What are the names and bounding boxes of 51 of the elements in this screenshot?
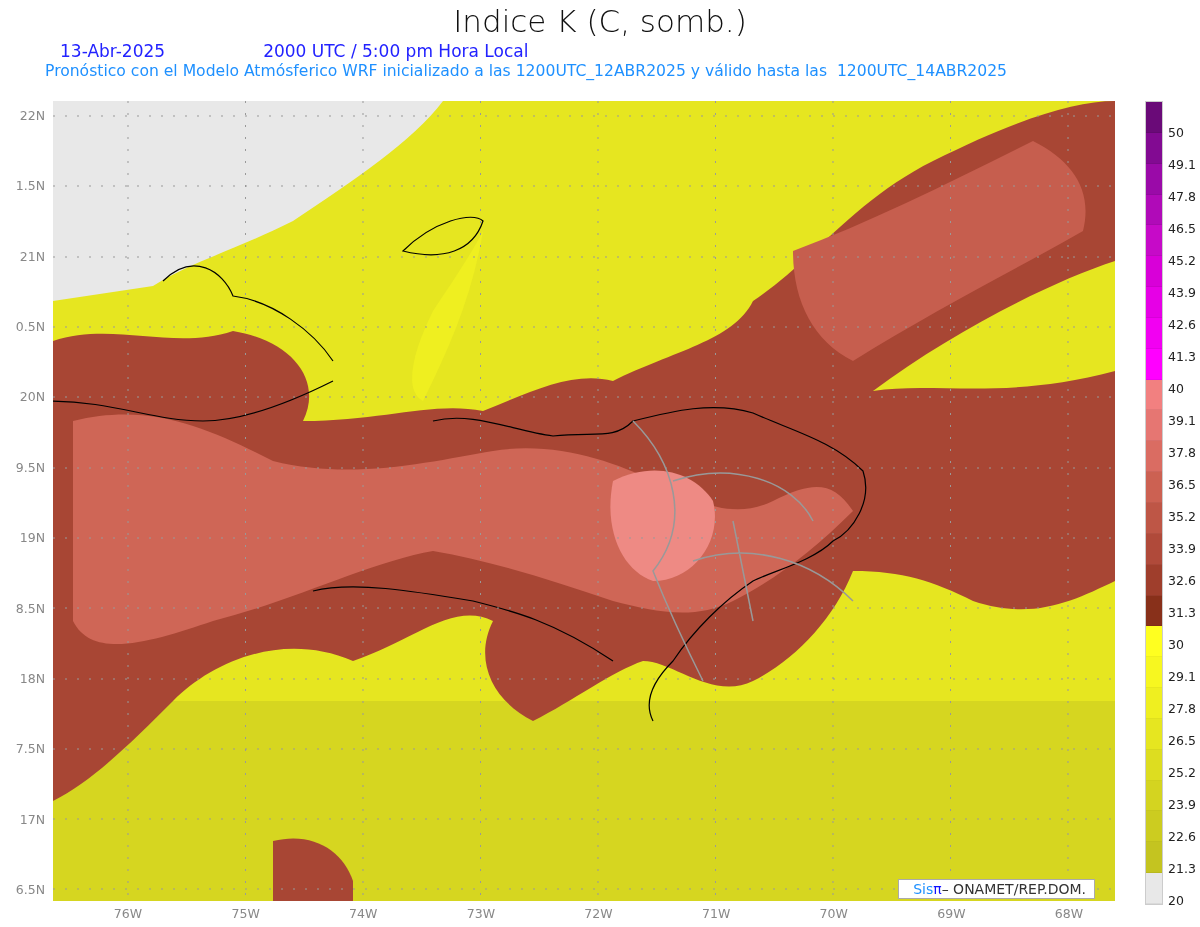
scale-value-label: 43.9 xyxy=(1168,284,1196,302)
latitude-label: 7.5N xyxy=(14,740,46,759)
scale-value-label: 25.2 xyxy=(1168,764,1196,782)
scale-value-label: 45.2 xyxy=(1168,252,1196,270)
latitude-label: 6.5N xyxy=(14,880,46,899)
longitude-label: 69W xyxy=(936,905,967,923)
date-label: 13-Abr-2025 xyxy=(60,41,166,61)
scale-value-label: 35.2 xyxy=(1168,508,1196,526)
scale-value-label: 31.3 xyxy=(1168,604,1196,622)
longitude-label: 72W xyxy=(583,905,614,923)
scale-value-label: 42.6 xyxy=(1168,316,1196,334)
latitude-label: 22N xyxy=(18,107,46,125)
scale-value-label: 36.5 xyxy=(1168,476,1196,494)
forecast-subtitle: Pronóstico con el Modelo Atmósferico WRF inicializado a las 1200UTC_12ABR2025 y válido hasta las 1200UTC_14ABR2025 xyxy=(44,62,1009,82)
latitude-label: 20N xyxy=(18,388,46,407)
latitude-label: 19N xyxy=(18,529,46,548)
scale-value-label: 22.6 xyxy=(1168,828,1196,846)
scale-value-label: 32.6 xyxy=(1168,572,1196,590)
scale-value-label: 27.8 xyxy=(1168,700,1196,718)
longitude-label: 73W xyxy=(465,905,496,923)
scale-value-label: 41.3 xyxy=(1168,348,1196,366)
longitude-label: 68W xyxy=(1053,905,1085,923)
scale-value-label: 26.5 xyxy=(1168,732,1196,750)
longitude-label: 76W xyxy=(112,905,144,923)
latitude-label: 1.5N xyxy=(14,177,46,196)
scale-value-label: 33.9 xyxy=(1168,540,1196,558)
latitude-label: 18N xyxy=(18,669,46,688)
scale-value-label: 23.9 xyxy=(1168,796,1196,814)
latitude-label: 21N xyxy=(18,247,46,266)
scale-value-label: 37.8 xyxy=(1168,444,1196,462)
scale-value-label: 21.3 xyxy=(1168,860,1196,878)
scale-value-label: 20 xyxy=(1168,892,1185,910)
latitude-label: 17N xyxy=(18,810,46,829)
scale-value-label: 49.1 xyxy=(1168,156,1196,174)
longitude-label: 74W xyxy=(348,905,379,923)
time-label: 2000 UTC / 5:00 pm Hora Local xyxy=(263,41,529,61)
longitude-label: 71W xyxy=(701,905,732,923)
plot-title: Indice K (C, somb.) xyxy=(452,2,748,40)
scale-value-label: 29.1 xyxy=(1168,668,1196,686)
scale-value-label: 40 xyxy=(1168,380,1185,398)
credit-label: Sisπ– ONAMET/REP.DOM. xyxy=(898,879,1095,899)
latitude-label: 0.5N xyxy=(14,318,46,337)
scale-value-label: 46.5 xyxy=(1168,220,1196,238)
latitude-label: 8.5N xyxy=(14,599,46,618)
longitude-label: 75W xyxy=(230,905,261,923)
scale-value-label: 50 xyxy=(1168,124,1185,142)
latitude-label: 9.5N xyxy=(14,458,46,477)
scale-value-label: 39.1 xyxy=(1168,412,1196,430)
scale-value-label: 47.8 xyxy=(1168,188,1196,206)
scale-value-label: 30 xyxy=(1168,636,1185,654)
longitude-label: 70W xyxy=(818,905,849,923)
